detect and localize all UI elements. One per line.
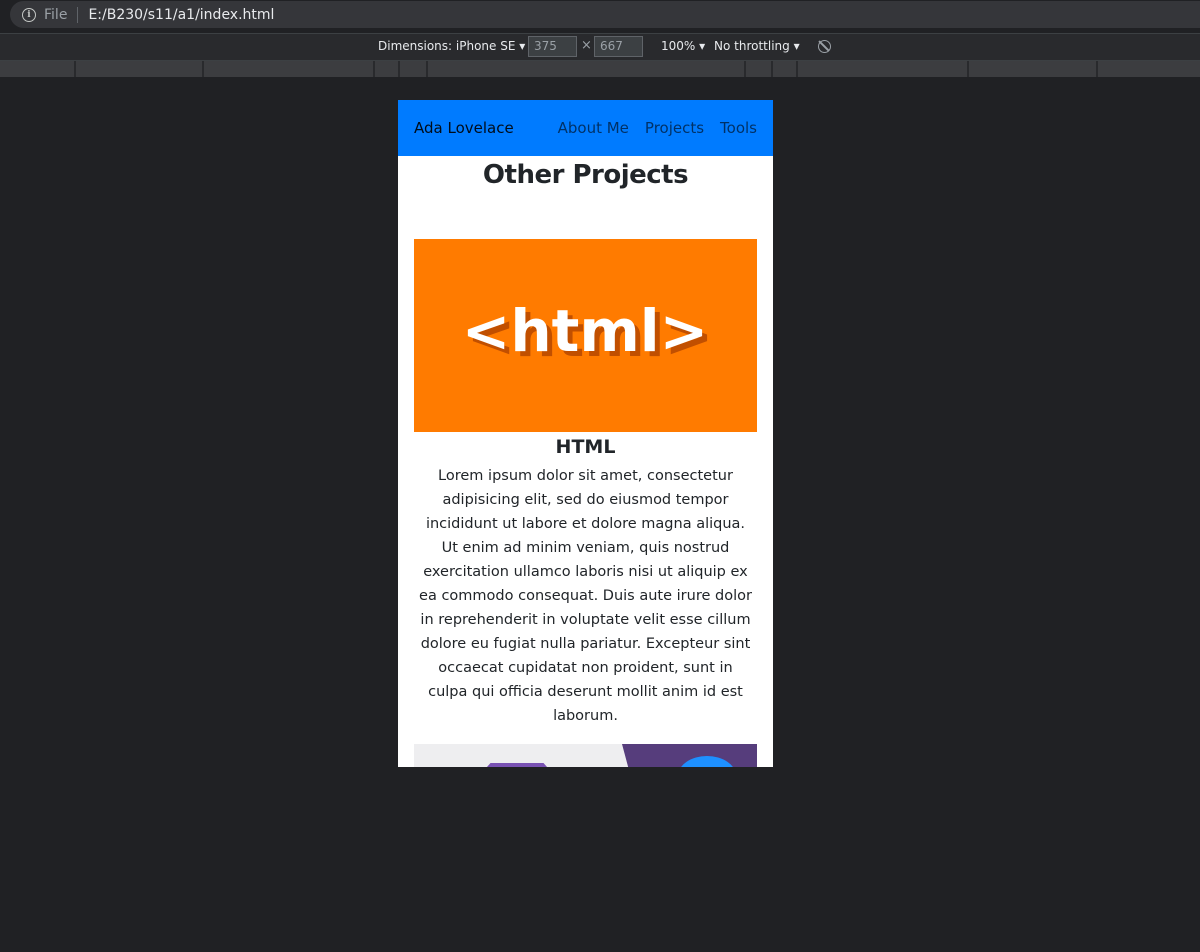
navbar-brand[interactable]: Ada Lovelace <box>414 119 542 137</box>
chevron-down-icon: ▾ <box>519 39 526 53</box>
dimensions-dropdown[interactable]: Dimensions: iPhone SE ▾ <box>378 39 525 53</box>
mq-divider <box>1096 61 1098 77</box>
mq-divider <box>74 61 76 77</box>
mq-divider <box>426 61 428 77</box>
width-input[interactable]: 375 <box>528 36 577 57</box>
divider <box>77 6 79 23</box>
url-scheme: File <box>44 6 68 23</box>
chevron-down-icon: ▾ <box>793 39 800 53</box>
device-viewport: Ada Lovelace About Me Projects Tools Oth… <box>398 100 773 767</box>
mq-divider <box>771 61 773 77</box>
mq-divider <box>744 61 746 77</box>
nav-link-about[interactable]: About Me <box>558 119 629 137</box>
html-project-image: <html> <html> <box>414 239 757 432</box>
zoom-dropdown[interactable]: 100% ▾ <box>661 39 705 53</box>
throttling-label: No throttling <box>714 39 790 53</box>
throttling-dropdown[interactable]: No throttling ▾ <box>714 39 800 53</box>
html-logo-icon: <html> <html> <box>462 297 714 370</box>
media-query-bar[interactable] <box>0 61 1200 77</box>
svg-text:<html>: <html> <box>462 297 709 365</box>
mq-divider <box>373 61 375 77</box>
zoom-label: 100% <box>661 39 696 53</box>
bootstrap-logo-icon <box>464 763 570 767</box>
card-title: HTML <box>555 436 616 458</box>
bootstrap-project-image <box>414 744 757 767</box>
mq-divider <box>202 61 204 77</box>
height-input[interactable]: 667 <box>594 36 643 57</box>
mq-divider <box>796 61 798 77</box>
times-icon: × <box>581 38 592 53</box>
mq-divider <box>398 61 400 77</box>
address-bar[interactable]: i File E:/B230/s11/a1/index.html <box>10 1 1200 28</box>
mq-divider <box>967 61 969 77</box>
info-icon[interactable]: i <box>22 7 36 22</box>
dimensions-label: Dimensions: iPhone SE <box>378 39 516 53</box>
card-text: Lorem ipsum dolor sit amet, consectetur … <box>419 468 752 724</box>
navbar: Ada Lovelace About Me Projects Tools <box>398 100 773 156</box>
url-text[interactable]: E:/B230/s11/a1/index.html <box>88 7 274 23</box>
device-toolbar: Dimensions: iPhone SE ▾ 375 × 667 100% ▾… <box>0 33 1200 61</box>
rotate-icon[interactable] <box>818 40 831 53</box>
chevron-down-icon: ▾ <box>699 39 706 53</box>
nav-link-projects[interactable]: Projects <box>645 119 704 137</box>
section-title: Other Projects <box>482 160 689 190</box>
address-bar-row: i File E:/B230/s11/a1/index.html <box>0 0 1200 30</box>
nav-link-tools[interactable]: Tools <box>720 119 757 137</box>
